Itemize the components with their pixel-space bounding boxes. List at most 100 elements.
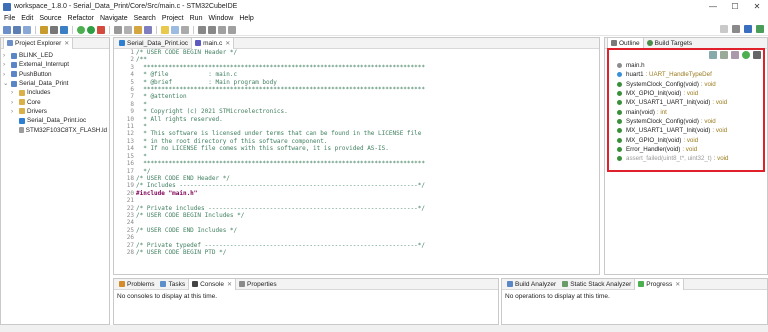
- menu-help[interactable]: Help: [239, 15, 253, 22]
- run-icon[interactable]: [87, 25, 95, 34]
- maximize-button[interactable]: ☐: [724, 0, 746, 13]
- search-field-icon[interactable]: [720, 25, 728, 33]
- app-icon: [3, 2, 11, 11]
- tab-build-targets[interactable]: Build Targets: [644, 38, 695, 49]
- tree-item-serial-data-print[interactable]: ⌄ Serial_Data_Print: [3, 79, 107, 88]
- line-number: 20: [126, 189, 134, 197]
- code-line: *: [136, 100, 147, 108]
- file-icon: [19, 127, 24, 134]
- menu-source[interactable]: Source: [39, 15, 61, 22]
- stack-analyzer-icon: [562, 281, 569, 287]
- menu-refactor[interactable]: Refactor: [68, 15, 94, 22]
- minimize-button[interactable]: —: [702, 0, 724, 13]
- menu-project[interactable]: Project: [162, 15, 184, 22]
- annotation-next-icon[interactable]: [198, 25, 206, 34]
- menu-navigate[interactable]: Navigate: [100, 15, 128, 22]
- tab-problems[interactable]: Problems: [116, 279, 157, 290]
- open-folder-icon[interactable]: [134, 25, 142, 34]
- tree-item-ioc-file[interactable]: Serial_Data_Print.ioc: [3, 116, 107, 125]
- settings-icon[interactable]: [50, 25, 58, 34]
- open-perspective-icon[interactable]: [732, 25, 740, 33]
- progress-icon: [638, 281, 645, 287]
- menu-window[interactable]: Window: [208, 15, 233, 22]
- tab-tasks[interactable]: Tasks: [157, 279, 188, 290]
- tab-project-explorer[interactable]: Project Explorer ✕: [3, 37, 74, 49]
- save-icon[interactable]: [13, 25, 21, 34]
- tab-serial-data-print-ioc[interactable]: Serial_Data_Print.ioc: [116, 38, 191, 49]
- code-line: * in the root directory of this software…: [136, 137, 328, 145]
- new-file-icon[interactable]: [3, 25, 11, 34]
- code-editor[interactable]: 1 2 3 4 5 6 7 8 9 10 11 12 13 14 15 16 17 18 19 20 21 22 23 24 2…: [114, 49, 599, 275]
- build-analyzer-icon: [507, 281, 513, 287]
- build-icon[interactable]: [40, 25, 48, 34]
- outline-highlight-box: [607, 48, 765, 172]
- external-tools-icon[interactable]: [114, 25, 122, 34]
- project-icon: [11, 80, 17, 87]
- show-whitespace-icon[interactable]: [181, 25, 189, 34]
- console-tabbar: Problems Tasks Console ✕ Properties: [114, 278, 498, 290]
- tree-item-blink-led[interactable]: › BLINK_LED: [3, 51, 107, 60]
- code-line: /* Includes ----------------------------…: [136, 182, 425, 190]
- code-line: * All rights reserved.: [136, 115, 223, 123]
- code-line: /**: [136, 56, 147, 64]
- close-window-button[interactable]: ✕: [746, 0, 768, 13]
- line-number: 4: [130, 71, 134, 79]
- forward-icon[interactable]: [228, 25, 236, 34]
- debug-perspective-icon[interactable]: [756, 25, 764, 33]
- annotation-prev-icon[interactable]: [208, 25, 216, 34]
- properties-icon: [238, 281, 245, 287]
- tab-console[interactable]: Console ✕: [188, 278, 236, 290]
- tree-item-drivers[interactable]: › Drivers: [3, 107, 107, 116]
- menu-file[interactable]: File: [4, 15, 15, 22]
- problems-icon: [119, 281, 125, 287]
- tree-item-pushbutton[interactable]: › PushButton: [3, 70, 107, 79]
- close-icon[interactable]: ✕: [675, 281, 680, 288]
- tree-item-external-interrupt[interactable]: › External_Interrupt: [3, 60, 107, 69]
- tab-main-c[interactable]: main.c ✕: [191, 37, 235, 49]
- line-number: 11: [126, 123, 134, 131]
- code-line: /* USER CODE END Includes */: [136, 226, 238, 234]
- highlight-icon[interactable]: [161, 25, 169, 34]
- tree-item-core[interactable]: › Core: [3, 97, 107, 106]
- save-all-icon[interactable]: [23, 25, 31, 34]
- debug-icon[interactable]: [77, 25, 85, 34]
- line-number: 8: [130, 100, 134, 108]
- line-number: 27: [126, 241, 134, 249]
- line-number: 18: [126, 174, 134, 182]
- menu-run[interactable]: Run: [190, 15, 203, 22]
- code-line: ****************************************…: [136, 160, 425, 168]
- folder-icon: [19, 89, 25, 96]
- tab-properties[interactable]: Properties: [236, 279, 280, 290]
- line-number: 24: [126, 219, 134, 227]
- close-icon[interactable]: ✕: [64, 40, 69, 47]
- code-line: /* USER CODE BEGIN Includes */: [136, 211, 245, 219]
- progress-message: No operations to display at this time.: [505, 293, 610, 300]
- target-icon[interactable]: [60, 25, 68, 34]
- line-number: 28: [126, 248, 134, 256]
- tree-item-includes[interactable]: › Includes: [3, 88, 107, 97]
- outline-panel: Outline Build Targets main.h huart1: UAR…: [604, 37, 768, 275]
- toggle-icon[interactable]: [171, 25, 179, 34]
- code-text[interactable]: /* USER CODE BEGIN Header *//** ********…: [136, 49, 425, 256]
- stop-icon[interactable]: [97, 25, 105, 34]
- line-number: 9: [130, 108, 134, 116]
- search-icon[interactable]: [144, 25, 152, 34]
- tree-item-linker-file[interactable]: STM32F103C8TX_FLASH.ld: [3, 125, 107, 134]
- menu-edit[interactable]: Edit: [21, 15, 33, 22]
- code-line: /* USER CODE BEGIN PTD */: [136, 248, 227, 256]
- c-file-icon: [195, 40, 202, 46]
- menu-search[interactable]: Search: [134, 15, 156, 22]
- code-line: * @attention: [136, 93, 187, 101]
- back-icon[interactable]: [218, 25, 226, 34]
- cube-perspective-icon[interactable]: [744, 25, 752, 33]
- close-icon[interactable]: ✕: [225, 40, 230, 47]
- tab-static-stack-analyzer[interactable]: Static Stack Analyzer: [559, 279, 634, 290]
- open-type-icon[interactable]: [124, 25, 132, 34]
- tab-build-analyzer[interactable]: Build Analyzer: [504, 279, 559, 290]
- tab-progress[interactable]: Progress ✕: [634, 278, 685, 290]
- folder-icon: [19, 108, 25, 115]
- project-explorer-panel: Project Explorer ✕ › BLINK_LED › External_…: [0, 37, 110, 325]
- tab-outline[interactable]: Outline: [607, 37, 644, 49]
- close-icon[interactable]: ✕: [227, 281, 232, 288]
